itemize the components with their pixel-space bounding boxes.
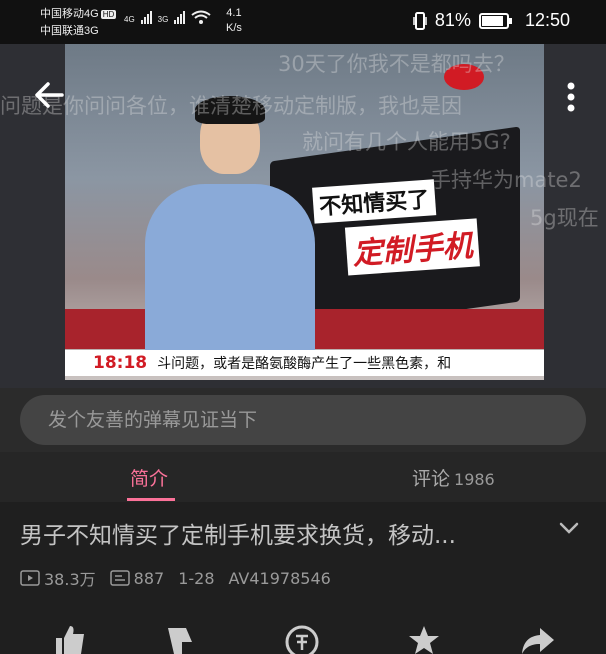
battery-percent: 81%: [434, 10, 471, 30]
tab-comments-label: 评论: [412, 468, 451, 490]
signal-icons: 4G 3G: [124, 10, 211, 24]
danmaku-count: 887: [133, 568, 165, 588]
comments-count: 1986: [454, 470, 495, 489]
video-title[interactable]: 男子不知情买了定制手机要求换货，移动...: [20, 516, 530, 550]
video-meta: 38.3万 887 1-28 AV41978546: [20, 566, 345, 590]
ticker-time: 18:18: [93, 353, 148, 373]
danmaku-input-bar: [0, 388, 606, 452]
net-type-2: 3G: [157, 15, 169, 24]
danmaku-line-1: 30天了你我不是都吗去？: [278, 52, 515, 76]
news-ticker: 18:18 斗问题，或者是酪氨酸酶产生了一些黑色素，和: [65, 350, 544, 376]
danmaku-line-4: 手持华为mate2: [430, 168, 582, 192]
network-speed: 4.1 K/s: [226, 6, 242, 36]
play-count-icon: [20, 570, 40, 586]
speed-unit: K/s: [226, 22, 242, 34]
clock: 12:50: [524, 10, 570, 30]
status-bar: 中国移动4G HD 中国联通3G 4G 3G 4.1 K/s 81% 12:50: [0, 0, 606, 44]
video-info: 男子不知情买了定制手机要求换货，移动... 38.3万 887 1-28 AV4…: [0, 502, 606, 654]
signal-bars-icon: [140, 11, 152, 24]
speed-value: 4.1: [226, 7, 242, 19]
danmaku-line-3: 就问有几个人能用5G?: [302, 130, 511, 154]
anchor-body: [145, 184, 315, 354]
av-number: AV41978546: [228, 568, 331, 588]
video-player[interactable]: 不知情买了 定制手机 18:18 斗问题，或者是酪氨酸酶产生了一些黑色素，和 3…: [0, 44, 606, 388]
view-count: 38.3万: [44, 570, 96, 589]
headline-line2: 定制手机: [344, 218, 480, 276]
back-arrow-icon[interactable]: [32, 78, 66, 112]
battery-icon: [478, 12, 512, 29]
carrier-secondary: 中国联通3G: [40, 25, 99, 37]
ticker-text: 斗问题，或者是酪氨酸酶产生了一些黑色素，和: [157, 356, 452, 372]
headline-line1: 不知情买了: [312, 179, 437, 224]
detail-tabs: 简介 评论 1986: [0, 452, 606, 502]
star-icon[interactable]: [406, 624, 442, 654]
danmaku-line-2: 问题是你问问各位，谁清楚移动定制版，我也是因: [0, 94, 462, 118]
hd-badge: HD: [100, 10, 117, 19]
tab-intro[interactable]: 简介: [130, 464, 168, 491]
wifi-icon: [191, 10, 211, 24]
publish-date: 1-28: [178, 568, 215, 588]
carrier-primary: 中国移动4G: [40, 8, 99, 20]
tab-comments[interactable]: 评论 1986: [412, 464, 495, 491]
status-right: 81% 12:50: [413, 10, 570, 31]
vibrate-icon: [413, 11, 427, 30]
net-type-1: 4G: [124, 15, 135, 24]
more-vertical-icon[interactable]: [566, 82, 576, 112]
coin-icon[interactable]: [284, 624, 320, 654]
dislike-icon[interactable]: [162, 624, 198, 654]
danmaku-line-5: 5g现在: [530, 206, 599, 230]
danmaku-count-icon: [109, 570, 130, 586]
chevron-down-icon[interactable]: [558, 520, 580, 536]
share-icon[interactable]: [520, 624, 556, 654]
like-icon[interactable]: [52, 624, 88, 654]
active-tab-indicator: [127, 498, 175, 501]
signal-bars-icon-2: [174, 11, 186, 24]
carrier-info: 中国移动4G HD 中国联通3G: [40, 6, 117, 39]
danmaku-input[interactable]: [20, 395, 586, 445]
action-bar: [0, 624, 606, 654]
